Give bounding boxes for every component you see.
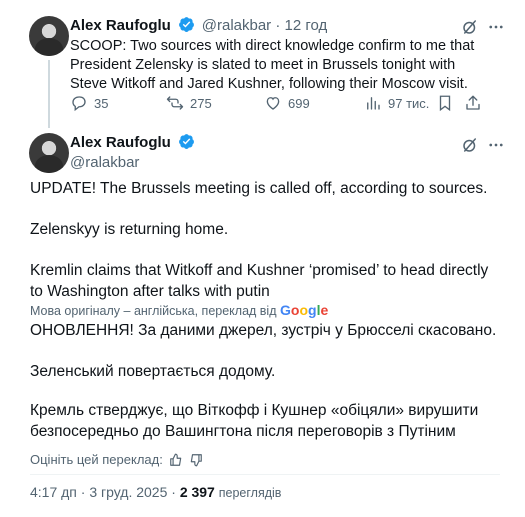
like-icon [266, 97, 280, 110]
tweet-header: Alex Raufoglu @ralakbar · 12 год [70, 16, 327, 35]
bookmark-button[interactable] [436, 94, 454, 112]
thread-connector-line [48, 60, 50, 128]
views-count: 97 тис. [388, 95, 430, 111]
author-name[interactable]: Alex Raufoglu [70, 17, 171, 34]
views-label: переглядів [218, 486, 282, 500]
tweet-text: SCOOP: Two sources with direct knowledge… [70, 38, 475, 92]
reply-icon [72, 96, 86, 112]
tweet-actions: 35 275 699 97 тис. [70, 94, 482, 116]
like-count: 699 [288, 95, 310, 111]
translated-paragraph: Зеленський повертається додому. [30, 363, 276, 380]
avatar[interactable] [29, 16, 69, 56]
translated-paragraph: ОНОВЛЕННЯ! За даними джерел, зустріч у Б… [30, 322, 497, 339]
divider [30, 474, 500, 475]
author-handle[interactable]: @ralakbar [70, 154, 197, 171]
avatar[interactable] [29, 133, 69, 173]
rate-translation: Оцініть цей переклад: [30, 452, 203, 467]
like-button[interactable]: 699 [264, 94, 310, 112]
grok-icon[interactable] [461, 18, 479, 36]
tweet-time[interactable]: 12 год [285, 17, 328, 34]
repost-icon [166, 96, 184, 110]
reply-button[interactable]: 35 [70, 94, 108, 112]
separator: · [271, 17, 285, 34]
verified-badge-icon [179, 134, 195, 149]
verified-badge-icon [179, 17, 195, 32]
grok-icon[interactable] [461, 136, 479, 154]
share-icon [466, 95, 480, 110]
reply-count: 35 [94, 95, 109, 111]
translated-paragraph: Кремль стверджує, що Віткофф і Кушнер «о… [30, 402, 479, 440]
timestamp[interactable]: 4:17 дп · 3 груд. 2025 · [30, 484, 176, 500]
repost-button[interactable]: 275 [166, 94, 212, 112]
views-count: 2 397 [179, 484, 215, 500]
views-icon [367, 97, 380, 110]
google-logo: Google [280, 302, 329, 318]
more-icon[interactable] [487, 136, 505, 154]
tweet-header: Alex Raufoglu @ralakbar [70, 133, 197, 171]
share-button[interactable] [464, 94, 482, 112]
tweet-paragraph: UPDATE! The Brussels meeting is called o… [30, 180, 488, 197]
views-button[interactable]: 97 тис. [364, 94, 429, 112]
repost-count: 275 [190, 95, 212, 111]
more-icon[interactable] [487, 18, 505, 36]
thumbs-up-icon[interactable] [169, 453, 183, 467]
thumbs-down-icon[interactable] [189, 453, 203, 467]
tweet-paragraph: Kremlin claims that Witkoff and Kushner … [30, 262, 489, 300]
tweet-paragraph: Zelenskyy is returning home. [30, 221, 229, 238]
rate-translation-label: Оцініть цей переклад: [30, 452, 163, 467]
bookmark-icon [439, 95, 451, 112]
author-name[interactable]: Alex Raufoglu [70, 134, 171, 151]
translation-attribution: Мова оригіналу – англійська, переклад ві… [30, 302, 328, 318]
tweet-meta: 4:17 дп · 3 груд. 2025 · 2 397 перегляді… [30, 484, 281, 500]
author-handle[interactable]: @ralakbar [202, 17, 271, 34]
translation-note: Мова оригіналу – англійська, переклад ві… [30, 304, 277, 318]
